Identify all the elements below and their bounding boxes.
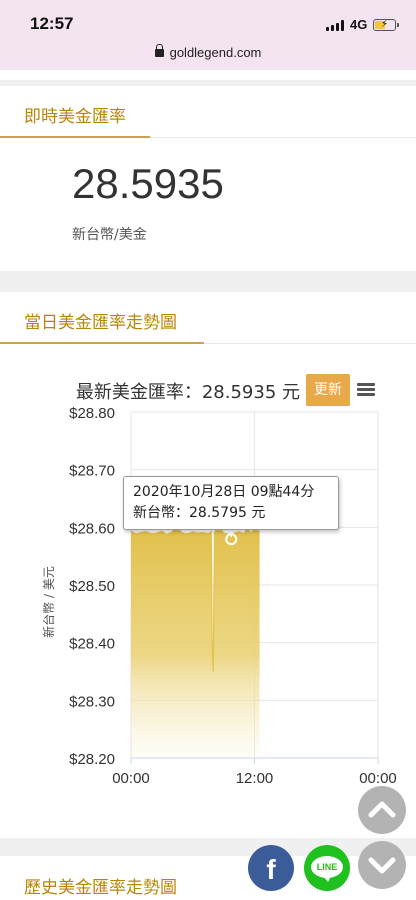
title-underline [0,136,150,138]
facebook-icon: f [266,854,276,885]
history-chart-card: 歷史美金匯率走勢圖 [0,856,416,900]
section-title: 當日美金匯率走勢圖 [24,313,177,333]
previous-card-edge [0,70,416,80]
y-tick-label: $28.20 [69,751,115,768]
chevron-up-icon [368,801,396,818]
rate-unit: 新台幣/美金 [72,227,147,243]
tooltip-date: 2020年10月28日 09點44分 [133,484,315,500]
y-tick-label: $28.50 [69,578,115,595]
menu-icon[interactable] [357,383,375,397]
daily-chart-card: 當日美金匯率走勢圖 最新美金匯率：28.5935 元 更新 $28.80 $28.… [0,292,416,838]
status-time: 12:57 [30,14,74,33]
x-tick-label: 00:00 [112,770,150,787]
rate-chart[interactable]: $28.80 $28.70 $28.60 $28.50 $28.40 $28.30 $28.… [0,402,416,802]
x-tick-label: 12:00 [236,770,274,787]
section-title: 歷史美金匯率走勢圖 [24,878,177,898]
y-tick-label: $28.40 [69,636,115,653]
title-underline [0,342,204,344]
y-tick-label: $28.30 [69,693,115,710]
scroll-up-button[interactable] [358,786,406,834]
url-text: goldlegend.com [169,45,262,60]
realtime-rate-card: 即時美金匯率 28.5935 新台幣/美金 [0,86,416,271]
chart-title: 最新美金匯率：28.5935 元 [75,382,300,403]
lock-icon [154,44,164,57]
network-label: 4G [350,17,368,32]
scroll-down-button[interactable] [358,841,406,889]
chevron-down-icon [368,857,396,874]
y-axis-label: 新台幣 / 美元 [41,566,56,638]
x-tick-label: 00:00 [359,770,397,787]
y-tick-label: $28.60 [69,520,115,537]
line-share-button[interactable]: LINE [304,845,350,891]
line-icon: LINE [311,856,343,882]
chart-tooltip: 2020年10月28日 09點44分 新台幣：28.5795 元 [123,476,339,530]
section-title: 即時美金匯率 [24,107,126,127]
signal-icon [326,20,344,31]
tooltip-value: 新台幣：28.5795 元 [133,505,266,521]
battery-icon: ⚡ [373,19,399,31]
address-bar[interactable]: goldlegend.com [0,44,416,60]
y-tick-label: $28.80 [69,405,115,422]
y-tick-label: $28.70 [69,463,115,480]
facebook-share-button[interactable]: f [248,845,294,891]
status-bar: 12:57 4G ⚡ goldlegend.com [0,0,416,70]
rate-value: 28.5935 [72,160,224,207]
rate-area-series[interactable] [131,526,260,758]
